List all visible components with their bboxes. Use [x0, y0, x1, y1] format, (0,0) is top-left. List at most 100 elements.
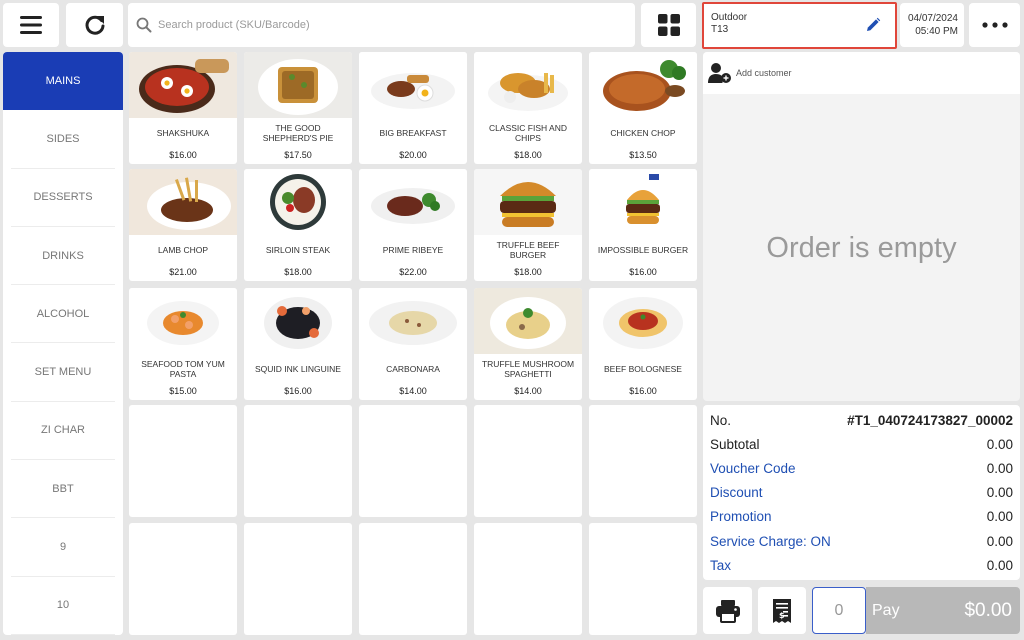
- order-number-value: #T1_040724173827_00002: [847, 412, 1013, 428]
- empty-product-slot: [474, 523, 582, 635]
- product-card-beef-bolognese[interactable]: BEEF BOLOGNESE $16.00: [589, 288, 697, 400]
- product-name: SHAKSHUKA: [156, 128, 210, 138]
- truffle-mushroom-spaghetti-image: [474, 288, 582, 354]
- empty-product-slot: [359, 523, 467, 635]
- table-number: T13: [711, 24, 729, 35]
- product-name: TRUFFLE MUSHROOM SPAGHETTI: [481, 359, 575, 379]
- discount-row[interactable]: Discount 0.00: [710, 481, 1013, 505]
- empty-product-slot: [129, 405, 237, 517]
- product-price: $15.00: [169, 386, 197, 396]
- product-search[interactable]: [128, 3, 635, 47]
- service-charge-link[interactable]: Service Charge: ON: [710, 534, 831, 549]
- tax-row[interactable]: Tax 0.00: [710, 553, 1013, 577]
- product-price: $18.00: [284, 267, 312, 277]
- product-card-sirloin-steak[interactable]: SIRLOIN STEAK $18.00: [244, 169, 352, 281]
- product-name: CARBONARA: [386, 364, 440, 374]
- grid-icon: [657, 14, 680, 36]
- menu-button[interactable]: [3, 3, 59, 47]
- product-name: IMPOSSIBLE BURGER: [597, 245, 689, 255]
- product-name: CLASSIC FISH AND CHIPS: [489, 123, 567, 143]
- pay-label: Pay: [872, 601, 900, 619]
- search-input[interactable]: [158, 19, 618, 31]
- voucher-code-link[interactable]: Voucher Code: [710, 461, 796, 476]
- category-bbt[interactable]: BBT: [11, 460, 115, 519]
- product-name: SEAFOOD TOM YUM PASTA: [141, 359, 225, 379]
- refresh-icon: [85, 15, 104, 35]
- product-name: BEEF BOLOGNESE: [604, 364, 682, 374]
- order-panel: Add customer Order is empty: [703, 52, 1020, 401]
- product-price: $14.00: [514, 386, 542, 396]
- category-10[interactable]: 10: [11, 577, 115, 635]
- category-zi-char[interactable]: ZI CHAR: [11, 402, 115, 461]
- add-customer-label: Add customer: [736, 68, 792, 78]
- promotion-link[interactable]: Promotion: [710, 509, 772, 524]
- empty-product-slot: [129, 523, 237, 635]
- product-name: CHICKEN CHOP: [610, 128, 676, 138]
- product-card-impossible-burger[interactable]: IMPOSSIBLE BURGER $16.00: [589, 169, 697, 281]
- pay-total: $0.00: [964, 599, 1012, 621]
- current-time: 05:40 PM: [915, 26, 958, 37]
- shakshuka-image: [129, 52, 237, 118]
- printer-icon: [715, 599, 740, 623]
- empty-product-slot: [244, 523, 352, 635]
- service-charge-row[interactable]: Service Charge: ON 0.00: [710, 529, 1013, 553]
- product-card-lamb-chop[interactable]: LAMB CHOP $21.00: [129, 169, 237, 281]
- chicken-chop-image: [589, 52, 697, 118]
- receipt-button[interactable]: $: [758, 587, 806, 634]
- more-dots-icon: [981, 22, 1008, 28]
- tax-link[interactable]: Tax: [710, 558, 731, 573]
- product-card-shepherds-pie[interactable]: THE GOOD SHEPHERD'S PIE $17.50: [244, 52, 352, 164]
- squid-ink-linguine-image: [244, 288, 352, 354]
- impossible-burger-image: [589, 169, 697, 235]
- product-card-prime-ribeye[interactable]: PRIME RIBEYE $22.00: [359, 169, 467, 281]
- category-alcohol[interactable]: ALCOHOL: [11, 285, 115, 344]
- subtotal-value: 0.00: [986, 436, 1013, 452]
- order-number-row: No. #T1_040724173827_00002: [710, 408, 1013, 432]
- product-card-carbonara[interactable]: CARBONARA $14.00: [359, 288, 467, 400]
- quantity-field[interactable]: 0: [812, 587, 866, 634]
- product-card-big-breakfast[interactable]: BIG BREAKFAST $20.00: [359, 52, 467, 164]
- category-drinks[interactable]: DRINKS: [11, 227, 115, 286]
- product-price: $16.00: [169, 150, 197, 160]
- discount-value: 0.00: [986, 485, 1013, 501]
- add-customer-button[interactable]: Add customer: [703, 52, 1020, 94]
- add-user-icon: [708, 63, 731, 83]
- product-card-fish-and-chips[interactable]: CLASSIC FISH AND CHIPS $18.00: [474, 52, 582, 164]
- product-name: BIG BREAKFAST: [379, 128, 447, 138]
- category-sides[interactable]: SIDES: [11, 110, 115, 169]
- product-price: $18.00: [514, 150, 542, 160]
- grid-view-button[interactable]: [641, 3, 696, 47]
- product-card-seafood-tom-yum-pasta[interactable]: SEAFOOD TOM YUM PASTA $15.00: [129, 288, 237, 400]
- category-mains[interactable]: MAINS: [3, 52, 123, 111]
- product-card-shakshuka[interactable]: SHAKSHUKA $16.00: [129, 52, 237, 164]
- product-card-truffle-mushroom-spaghetti[interactable]: TRUFFLE MUSHROOM SPAGHETTI $14.00: [474, 288, 582, 400]
- product-name: TRUFFLE BEEF BURGER: [496, 240, 560, 260]
- category-9[interactable]: 9: [11, 518, 115, 577]
- current-date: 04/07/2024: [907, 13, 958, 24]
- more-options-button[interactable]: [969, 3, 1020, 47]
- pencil-icon: [867, 17, 881, 31]
- edit-table-button[interactable]: [865, 17, 881, 38]
- voucher-code-row[interactable]: Voucher Code 0.00: [710, 456, 1013, 480]
- service-charge-value: 0.00: [986, 533, 1013, 549]
- refresh-button[interactable]: [66, 3, 123, 47]
- promotion-row[interactable]: Promotion 0.00: [710, 505, 1013, 529]
- empty-product-slot: [244, 405, 352, 517]
- order-summary: No. #T1_040724173827_00002 Subtotal 0.00…: [703, 405, 1020, 580]
- category-desserts[interactable]: DESSERTS: [11, 169, 115, 227]
- subtotal-row: Subtotal 0.00: [710, 432, 1013, 456]
- empty-product-slot: [474, 405, 582, 517]
- pay-button[interactable]: Pay $0.00: [866, 587, 1020, 634]
- empty-product-slot: [589, 523, 697, 635]
- print-button[interactable]: [703, 587, 752, 634]
- category-set-menu[interactable]: SET MENU: [11, 343, 115, 402]
- product-card-chicken-chop[interactable]: CHICKEN CHOP $13.50: [589, 52, 697, 164]
- discount-link[interactable]: Discount: [710, 485, 763, 500]
- product-grid: SHAKSHUKA $16.00 THE GOOD SHEPHERD'S PIE…: [129, 52, 698, 635]
- table-selector[interactable]: Outdoor T13: [702, 2, 897, 49]
- beef-bolognese-image: [589, 288, 697, 354]
- product-price: $16.00: [629, 386, 657, 396]
- product-card-truffle-beef-burger[interactable]: TRUFFLE BEEF BURGER $18.00: [474, 169, 582, 281]
- product-card-squid-ink-linguine[interactable]: SQUID INK LINGUINE $16.00: [244, 288, 352, 400]
- order-number-label: No.: [710, 412, 732, 428]
